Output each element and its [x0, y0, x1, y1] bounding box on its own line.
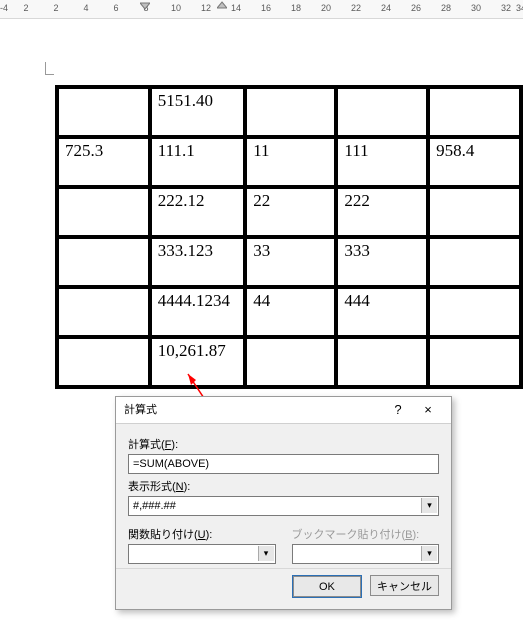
cancel-button[interactable]: キャンセル [370, 575, 439, 596]
ruler-num: -4 [0, 3, 8, 13]
ruler-num: 24 [381, 3, 391, 13]
cell[interactable]: 111.1 [150, 137, 245, 187]
cell[interactable]: 725.3 [57, 137, 150, 187]
cell[interactable] [57, 187, 150, 237]
ruler-num: 6 [113, 3, 118, 13]
cell[interactable]: 44 [245, 287, 336, 337]
table-row: 5151.40 [57, 87, 521, 137]
formula-label: 計算式(F): [128, 436, 439, 452]
data-table[interactable]: 5151.40 725.3 111.1 11 111 958.4 222.12 … [55, 85, 523, 389]
cell[interactable] [428, 337, 521, 387]
format-combo[interactable] [128, 496, 439, 516]
cell[interactable] [245, 87, 336, 137]
cell[interactable]: 444 [336, 287, 428, 337]
formula-dialog: 計算式 ? × 計算式(F): 表示形式(N): ▾ 関数貼り付け(U): ▾ [115, 396, 452, 610]
ruler-num: 20 [321, 3, 331, 13]
cell[interactable]: 958.4 [428, 137, 521, 187]
cell[interactable]: 5151.40 [150, 87, 245, 137]
indent-marker-icon[interactable] [217, 0, 227, 10]
table-row: 4444.1234 44 444 [57, 287, 521, 337]
dialog-title: 計算式 [124, 397, 383, 423]
horizontal-ruler[interactable]: -4 2 2 4 6 8 10 12 14 16 18 20 22 24 26 … [0, 0, 523, 19]
cell[interactable] [57, 287, 150, 337]
cell[interactable] [245, 337, 336, 387]
cell[interactable]: 22 [245, 187, 336, 237]
cell[interactable] [57, 237, 150, 287]
cell[interactable]: 333 [336, 237, 428, 287]
ruler-num: 22 [351, 3, 361, 13]
table-row: 333.123 33 333 [57, 237, 521, 287]
function-paste-combo[interactable] [128, 544, 276, 564]
cell[interactable]: 4444.1234 [150, 287, 245, 337]
cell[interactable]: 111 [336, 137, 428, 187]
table-row: 725.3 111.1 11 111 958.4 [57, 137, 521, 187]
cell[interactable] [428, 237, 521, 287]
ruler-num: 34 [516, 3, 523, 13]
dialog-titlebar[interactable]: 計算式 ? × [116, 397, 451, 424]
close-button[interactable]: × [413, 397, 443, 423]
indent-marker-icon[interactable] [140, 0, 150, 10]
help-button[interactable]: ? [383, 397, 413, 423]
table-row: 10,261.87 [57, 337, 521, 387]
cell[interactable] [57, 87, 150, 137]
cell[interactable]: 11 [245, 137, 336, 187]
cell[interactable] [428, 87, 521, 137]
ruler-num: 18 [291, 3, 301, 13]
formula-input[interactable] [128, 454, 439, 474]
cell[interactable] [428, 287, 521, 337]
ruler-num: 16 [261, 3, 271, 13]
ruler-num: 10 [171, 3, 181, 13]
cell[interactable] [428, 187, 521, 237]
cell[interactable] [336, 87, 428, 137]
ruler-num: 2 [23, 3, 28, 13]
ruler-num: 30 [471, 3, 481, 13]
cell[interactable]: 222.12 [150, 187, 245, 237]
cell[interactable]: 222 [336, 187, 428, 237]
margin-tab-icon [45, 62, 54, 75]
cell[interactable] [336, 337, 428, 387]
cell[interactable]: 333.123 [150, 237, 245, 287]
bookmark-paste-combo [292, 544, 440, 564]
bookmark-paste-label: ブックマーク貼り付け(B): [292, 526, 440, 542]
table-row: 222.12 22 222 [57, 187, 521, 237]
cell[interactable]: 33 [245, 237, 336, 287]
ok-button[interactable]: OK [293, 576, 361, 597]
cell[interactable]: 10,261.87 [150, 337, 245, 387]
function-paste-label: 関数貼り付け(U): [128, 526, 276, 542]
ruler-num: 2 [53, 3, 58, 13]
format-label: 表示形式(N): [128, 478, 439, 494]
ruler-num: 12 [201, 3, 211, 13]
ruler-num: 26 [411, 3, 421, 13]
ruler-num: 14 [231, 3, 241, 13]
ruler-num: 32 [501, 3, 511, 13]
cell[interactable] [57, 337, 150, 387]
ruler-num: 4 [83, 3, 88, 13]
ruler-num: 28 [441, 3, 451, 13]
